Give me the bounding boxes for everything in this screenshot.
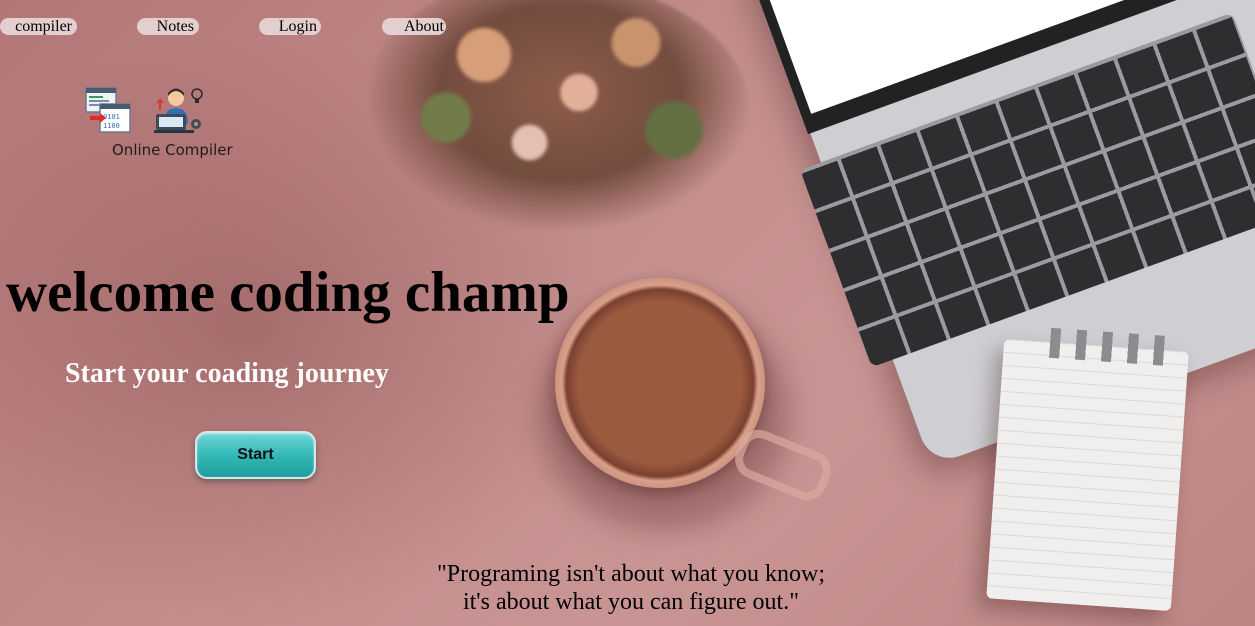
nav-about-button[interactable]: About: [382, 18, 446, 35]
nav-login-button[interactable]: Login: [259, 18, 321, 35]
logo-caption: Online Compiler: [112, 141, 233, 159]
quote-line-2: it's about what you can figure out.": [462, 589, 800, 615]
nav-compiler-button[interactable]: compiler: [0, 18, 77, 35]
svg-text:1100: 1100: [103, 122, 120, 130]
site-logo[interactable]: 0101 1100 Online Compiler: [82, 84, 252, 164]
quote: "Programing isn't about what you know; i…: [400, 560, 862, 616]
developer-laptop-icon: [154, 88, 203, 133]
start-button[interactable]: Start: [195, 431, 316, 479]
svg-text:0101: 0101: [103, 113, 120, 121]
notepad-image: [986, 338, 1189, 612]
page-title: welcome coding champ: [6, 261, 570, 324]
code-window-icon: 0101 1100: [85, 87, 131, 133]
nav-notes-button[interactable]: Notes: [137, 18, 199, 35]
quote-line-1: "Programing isn't about what you know;: [436, 561, 826, 587]
coffee-cup-image: [555, 278, 765, 488]
page-subtitle: Start your coading journey: [65, 358, 389, 389]
